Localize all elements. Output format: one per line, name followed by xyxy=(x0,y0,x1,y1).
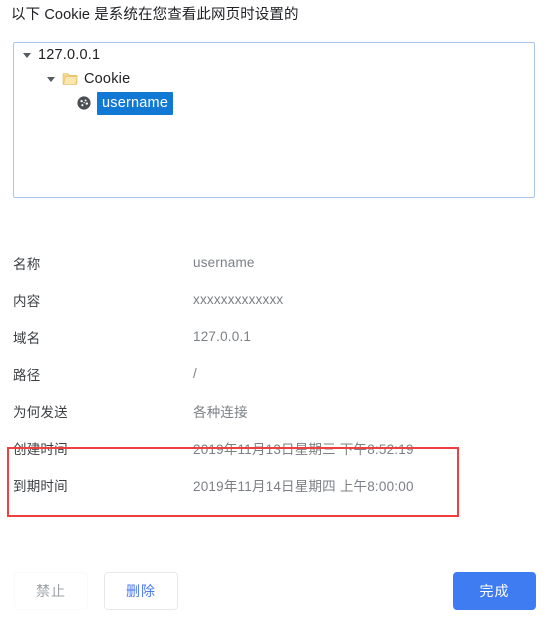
tree-item-cookie-username-label: username xyxy=(97,91,174,115)
cookies-description-text: 以下 Cookie 是系统在您查看此网页时设置的 xyxy=(11,7,299,23)
detail-value-send-for: 各种连接 xyxy=(193,404,248,420)
detail-label-path: 路径 xyxy=(13,367,41,383)
tree-item-cookie-folder-label: Cookie xyxy=(84,71,131,87)
tree-item-host-label: 127.0.0.1 xyxy=(38,47,101,63)
cookie-tree-panel[interactable]: 127.0.0.1 Cookie username xyxy=(13,42,535,198)
detail-value-domain: 127.0.0.1 xyxy=(193,329,252,344)
detail-label-name: 名称 xyxy=(13,256,41,272)
detail-label-domain: 域名 xyxy=(13,330,41,346)
detail-value-content: xxxxxxxxxxxxx xyxy=(193,292,284,307)
detail-value-expires: 2019年11月14日星期四 上午8:00:00 xyxy=(193,478,414,494)
delete-button[interactable]: 删除 xyxy=(104,572,178,610)
tree-item-cookie-folder[interactable]: Cookie xyxy=(14,67,534,91)
detail-value-name: username xyxy=(193,255,255,270)
tree-item-host[interactable]: 127.0.0.1 xyxy=(14,43,534,67)
tree-item-cookie-username[interactable]: username xyxy=(14,91,534,115)
triangle-down-icon[interactable] xyxy=(44,72,58,86)
detail-row-content: 内容 xxxxxxxxxxxxx xyxy=(0,281,552,318)
detail-row-domain: 域名 127.0.0.1 xyxy=(0,318,552,355)
detail-label-content: 内容 xyxy=(13,293,41,309)
cookie-detail-list: 名称 username 内容 xxxxxxxxxxxxx 域名 127.0.0.… xyxy=(0,244,552,503)
detail-row-name: 名称 username xyxy=(0,244,552,281)
detail-row-path: 路径 / xyxy=(0,355,552,392)
detail-label-expires: 到期时间 xyxy=(13,478,68,494)
folder-icon xyxy=(62,72,78,86)
detail-value-created: 2019年11月13日星期三 下午8:52:19 xyxy=(193,441,414,457)
dialog-footer: 禁止 删除 完成 xyxy=(0,572,552,618)
cookie-icon xyxy=(76,95,92,111)
done-button[interactable]: 完成 xyxy=(453,572,536,610)
detail-row-send-for: 为何发送 各种连接 xyxy=(0,392,552,429)
detail-label-send-for: 为何发送 xyxy=(13,404,68,420)
block-button[interactable]: 禁止 xyxy=(14,572,88,610)
detail-row-expires: 到期时间 2019年11月14日星期四 上午8:00:00 xyxy=(0,466,552,503)
detail-row-created: 创建时间 2019年11月13日星期三 下午8:52:19 xyxy=(0,429,552,466)
triangle-down-icon[interactable] xyxy=(20,48,34,62)
detail-label-created: 创建时间 xyxy=(13,441,68,457)
detail-value-path: / xyxy=(193,366,197,381)
